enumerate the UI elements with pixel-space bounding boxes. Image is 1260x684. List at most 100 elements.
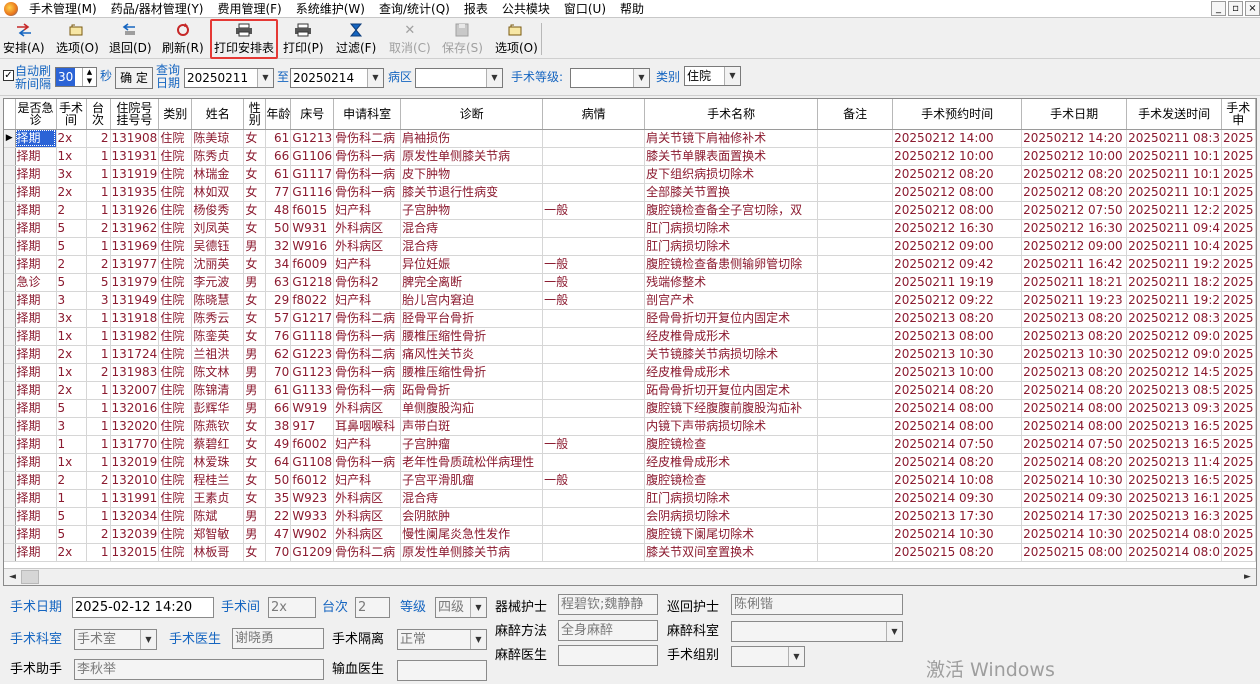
table-row[interactable]: ▶ 择期 2x 2 131908 住院 陈美琼女 61 G1213 骨伤科二病 肩袖损伤 肩关节镜下肩… [4,129,1256,148]
cell-bed-no[interactable]: G1133 [290,381,335,400]
cell-age[interactable]: 66 [265,147,292,166]
cell-category[interactable]: 住院 [158,417,193,436]
minimize-button[interactable]: _ [1211,1,1226,16]
cell-diagnosis[interactable]: 单侧腹股沟疝 [400,399,544,418]
cell-applying-dept[interactable]: 外科病区 [333,219,402,238]
cell-applying-dept[interactable]: 骨伤科一病 [333,147,402,166]
cell-sent-time[interactable]: 20250212 09:0 [1126,345,1222,364]
cell-emergency[interactable]: 择期 [15,129,57,148]
chevron-down-icon[interactable]: ▼ [470,630,486,649]
cell-bed-no[interactable]: f6009 [290,255,335,274]
cell-name[interactable]: 陈銮英 [191,327,245,346]
cell-condition[interactable]: 一般 [542,291,646,310]
cell-remarks[interactable] [817,417,894,436]
cell-admission-no[interactable]: 131926 [110,201,160,220]
cell-surgery-date[interactable]: 20250212 10:00 [1021,147,1128,166]
cell-gender[interactable]: 女 [243,291,267,310]
cell-remarks[interactable] [817,543,894,562]
cell-name[interactable]: 兰祖洪 [191,345,245,364]
cell-scheduled-time[interactable]: 20250212 09:22 [892,291,1023,310]
cell-sequence[interactable]: 2 [86,255,111,274]
cell-emergency[interactable]: 急诊 [15,273,57,292]
instrument-nurse-field[interactable]: 程碧钦;魏静静 [558,594,658,615]
cell-sequence[interactable]: 1 [86,309,111,328]
cell-diagnosis[interactable]: 子宫肿物 [400,201,544,220]
cell-bed-no[interactable]: W931 [290,219,335,238]
table-row[interactable]: 择期 1 1 131991 住院 王素贞女 35 W923 外科病区 混合痔 肛门病损切除术 2025… [4,489,1256,508]
cell-category[interactable]: 住院 [158,165,193,184]
cell-diagnosis[interactable]: 腰椎压缩性骨折 [400,327,544,346]
cell-surgery-applied[interactable]: 2025 [1221,417,1256,436]
cell-scheduled-time[interactable]: 20250213 10:00 [892,363,1023,382]
cell-gender[interactable]: 男 [243,273,267,292]
cell-scheduled-time[interactable]: 20250214 08:20 [892,453,1023,472]
cell-remarks[interactable] [817,345,894,364]
row-header[interactable] [4,345,16,364]
cell-admission-no[interactable]: 131949 [110,291,160,310]
cell-name[interactable]: 林如双 [191,183,245,202]
cell-admission-no[interactable]: 131982 [110,327,160,346]
cell-scheduled-time[interactable]: 20250212 08:20 [892,165,1023,184]
cell-remarks[interactable] [817,255,894,274]
cell-scheduled-time[interactable]: 20250214 10:30 [892,525,1023,544]
cell-surgery-name[interactable]: 皮下组织病损切除术 [644,165,819,184]
cell-diagnosis[interactable]: 原发性单侧膝关节病 [400,543,544,562]
menu-fees[interactable]: 费用管理(F) [210,0,288,18]
cell-emergency[interactable]: 择期 [15,525,57,544]
cell-emergency[interactable]: 择期 [15,219,57,238]
cell-surgery-applied[interactable]: 2025 [1221,471,1256,490]
cell-applying-dept[interactable]: 妇产科 [333,435,402,454]
row-header[interactable] [4,525,16,544]
cell-condition[interactable] [542,309,646,328]
cell-admission-no[interactable]: 131931 [110,147,160,166]
cell-category[interactable]: 住院 [158,507,193,526]
cell-remarks[interactable] [817,129,894,148]
op-date-field[interactable]: 2025-02-12 14:20 [72,597,214,618]
cell-surgery-date[interactable]: 20250214 08:00 [1021,417,1128,436]
cell-condition[interactable] [542,129,646,148]
cell-emergency[interactable]: 择期 [15,327,57,346]
cell-condition[interactable] [542,381,646,400]
cell-emergency[interactable]: 择期 [15,543,57,562]
current-row-indicator-icon[interactable]: ▶ [4,129,16,148]
cell-surgery-date[interactable]: 20250212 08:20 [1021,165,1128,184]
chevron-down-icon[interactable]: ▼ [486,69,502,87]
table-row[interactable]: 择期 3 3 131949 住院 陈晓慧女 29 f8022 妇产科 胎儿宫内窘迫 一般 剖宫产术 20… [4,291,1256,310]
refresh-button[interactable]: 刷新(R) [162,21,204,57]
cell-bed-no[interactable]: G1213 [290,129,335,148]
cell-diagnosis[interactable]: 子宫肿瘤 [400,435,544,454]
cell-age[interactable]: 62 [265,345,292,364]
column-header-surgery-name[interactable]: 手术名称 [644,99,819,130]
cell-applying-dept[interactable]: 外科病区 [333,489,402,508]
cell-condition[interactable] [542,525,646,544]
cell-diagnosis[interactable]: 异位妊娠 [400,255,544,274]
cell-sequence[interactable]: 1 [86,201,111,220]
print-button[interactable]: 打印(P) [283,21,324,57]
cell-name[interactable]: 郑智敏 [191,525,245,544]
cell-condition[interactable] [542,183,646,202]
cell-condition[interactable] [542,417,646,436]
cell-condition[interactable] [542,489,646,508]
cell-applying-dept[interactable]: 骨伤科一病 [333,165,402,184]
cell-admission-no[interactable]: 131969 [110,237,160,256]
table-row[interactable]: 择期 1x 1 132019 住院 林爱珠女 64 G1108 骨伤科一病 老年性骨质疏松伴病理性… [4,453,1256,472]
cell-bed-no[interactable]: G1118 [290,327,335,346]
cell-category[interactable]: 住院 [158,291,193,310]
cell-surgery-date[interactable]: 20250213 10:30 [1021,345,1128,364]
cell-remarks[interactable] [817,363,894,382]
cell-surgery-applied[interactable]: 2025 [1221,489,1256,508]
cell-surgery-applied[interactable]: 2025 [1221,435,1256,454]
cell-gender[interactable]: 女 [243,435,267,454]
row-header[interactable] [4,291,16,310]
cell-diagnosis[interactable]: 跖骨骨折 [400,381,544,400]
cell-remarks[interactable] [817,273,894,292]
cell-surgery-applied[interactable]: 2025 [1221,507,1256,526]
cell-sent-time[interactable]: 20250214 08:0 [1126,543,1222,562]
cell-surgery-date[interactable]: 20250212 14:20 [1021,129,1128,148]
op-group-select[interactable]: ▼ [731,646,805,667]
cell-surgery-applied[interactable]: 2025 [1221,345,1256,364]
cell-op-room[interactable]: 5 [56,273,87,292]
cell-category[interactable]: 住院 [158,273,193,292]
cell-condition[interactable]: 一般 [542,273,646,292]
cell-condition[interactable] [542,543,646,562]
